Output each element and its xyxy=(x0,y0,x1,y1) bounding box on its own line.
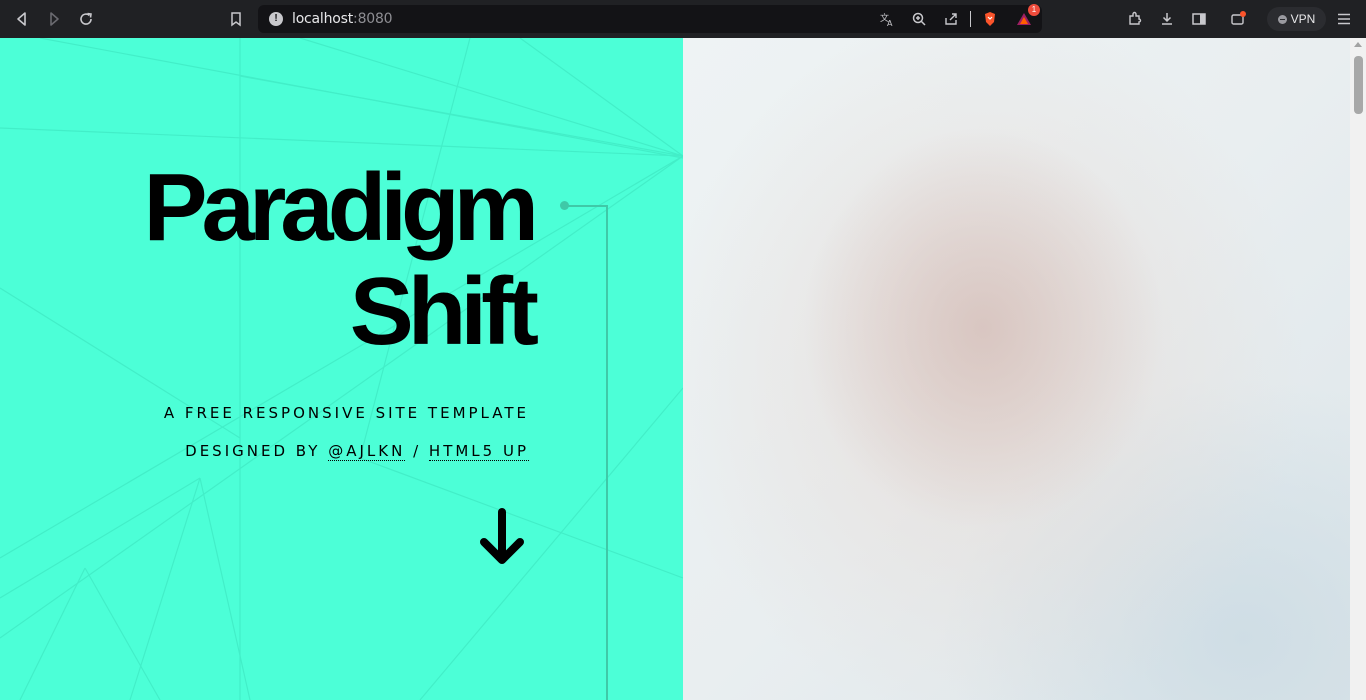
notification-badge: 1 xyxy=(1028,4,1040,16)
browser-toolbar: ! localhost:8080 文A 1 VPN xyxy=(0,0,1366,38)
connector-line xyxy=(606,205,608,700)
menu-icon[interactable] xyxy=(1332,7,1356,31)
downloads-icon[interactable] xyxy=(1155,7,1179,31)
vpn-button[interactable]: VPN xyxy=(1267,7,1326,31)
vpn-label: VPN xyxy=(1290,12,1316,26)
credit-separator: / xyxy=(413,442,422,460)
title-line: Shift xyxy=(349,258,539,365)
page-title: Paradigm Shift xyxy=(143,154,539,365)
arrow-down-icon[interactable] xyxy=(478,508,526,568)
url-port: :8080 xyxy=(353,11,393,27)
title-line: Paradigm xyxy=(143,154,539,261)
sidebar-icon[interactable] xyxy=(1187,7,1211,31)
translate-icon[interactable]: 文A xyxy=(875,7,899,31)
html5up-link[interactable]: HTML5 UP xyxy=(428,442,529,461)
url-text[interactable]: localhost:8080 xyxy=(292,11,393,27)
subtitle: A FREE RESPONSIVE SITE TEMPLATE DESIGNED… xyxy=(164,394,529,470)
url-divider xyxy=(970,11,971,27)
tagline: A FREE RESPONSIVE SITE TEMPLATE xyxy=(163,404,529,422)
svg-text:A: A xyxy=(887,19,893,27)
hero-image xyxy=(683,38,1350,700)
bookmark-icon[interactable] xyxy=(224,7,248,31)
scroll-up-arrow[interactable] xyxy=(1354,42,1362,47)
page-viewport: Paradigm Shift A FREE RESPONSIVE SITE TE… xyxy=(0,38,1366,700)
author-link[interactable]: @AJLKN xyxy=(328,442,406,461)
brave-shields-icon[interactable] xyxy=(978,7,1002,31)
extensions-icon[interactable] xyxy=(1123,7,1147,31)
scrollbar[interactable] xyxy=(1350,38,1366,700)
intro-panel: Paradigm Shift A FREE RESPONSIVE SITE TE… xyxy=(0,38,683,700)
forward-icon[interactable] xyxy=(42,7,66,31)
brave-rewards-icon[interactable]: 1 xyxy=(1012,4,1040,31)
background-lines xyxy=(0,38,683,700)
credit-line: DESIGNED BY @AJLKN / HTML5 UP xyxy=(164,432,529,470)
site-info-icon[interactable]: ! xyxy=(269,12,283,26)
url-host: localhost xyxy=(292,11,354,27)
wallet-icon[interactable] xyxy=(1226,7,1250,31)
connector-line xyxy=(564,205,608,207)
vpn-status-icon xyxy=(1277,14,1287,24)
back-icon[interactable] xyxy=(10,7,34,31)
share-icon[interactable] xyxy=(939,7,963,31)
address-bar[interactable]: ! localhost:8080 文A 1 xyxy=(258,4,1042,33)
reload-icon[interactable] xyxy=(74,7,98,31)
credit-prefix: DESIGNED BY xyxy=(185,442,321,460)
scroll-thumb[interactable] xyxy=(1354,56,1363,114)
zoom-icon[interactable] xyxy=(907,7,931,31)
